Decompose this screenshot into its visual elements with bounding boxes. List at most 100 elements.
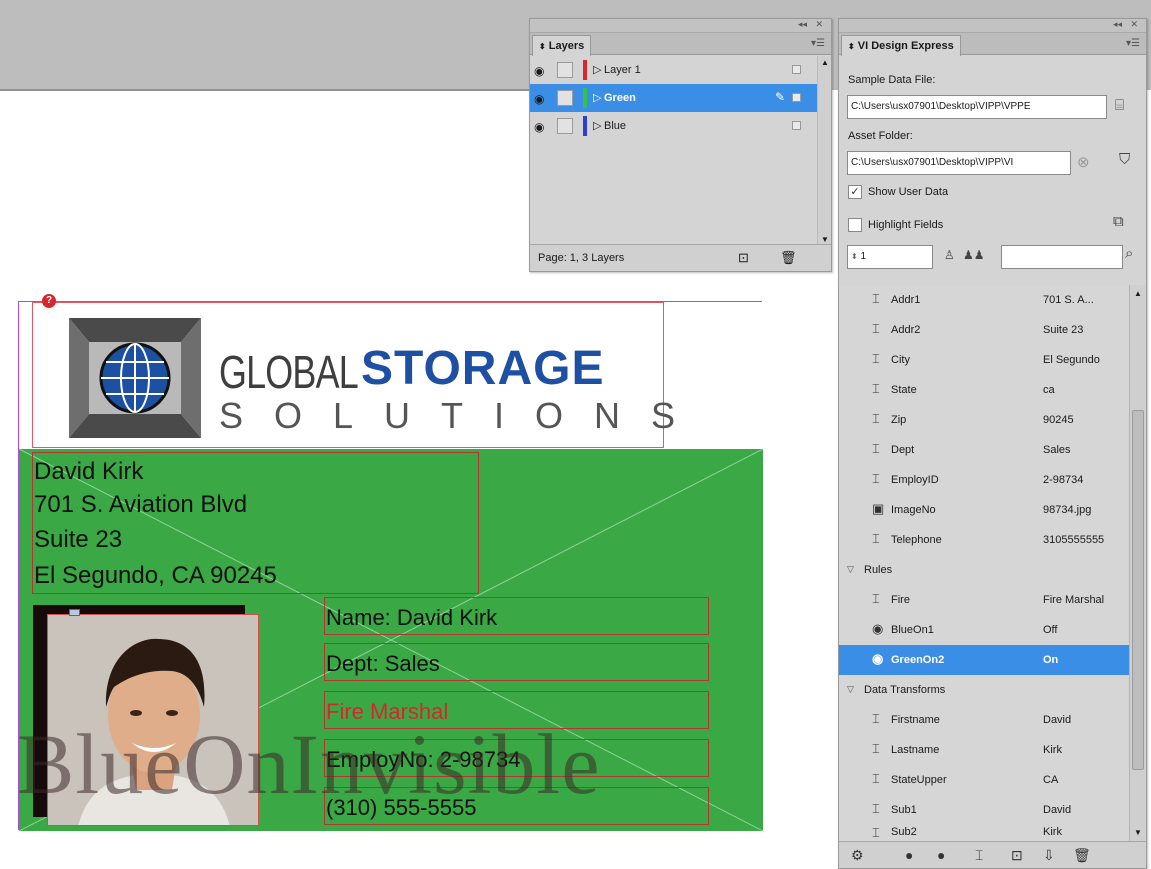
transform-row-sub2[interactable]: ⌶ Sub2 Kirk	[839, 823, 1129, 841]
transform-icon: ⌶	[872, 771, 880, 786]
transform-row-lastname[interactable]: ⌶ Lastname Kirk	[839, 735, 1129, 765]
field-row-zip[interactable]: ⌶ Zip 90245	[839, 405, 1129, 435]
clear-icon[interactable]: ⊗	[1077, 153, 1090, 171]
folder-browse-icon[interactable]: ⛉	[1119, 151, 1130, 168]
logo-frame[interactable]: GLOBAL STORAGE SOLUTIONS	[32, 302, 675, 448]
highlight-frames-icon[interactable]: ⧉	[1113, 213, 1124, 230]
field-row-telephone[interactable]: ⌶ Telephone 3105555555	[839, 525, 1129, 555]
name-text: Name: David Kirk	[326, 605, 498, 630]
search-icon[interactable]: ⌕	[1125, 245, 1133, 262]
tab-arrows-icon: ⬍	[848, 42, 855, 51]
field-list-scrollbar[interactable]: ▲ ▼	[1129, 285, 1146, 841]
panel-title-strip[interactable]: ◂◂ ✕	[839, 19, 1146, 33]
transform-name: Firstname	[891, 714, 940, 726]
find-all-icon[interactable]: ♟♟	[963, 248, 985, 262]
new-item-icon[interactable]: ⊡	[1011, 847, 1023, 864]
field-row-state[interactable]: ⌶ State ca	[839, 375, 1129, 405]
rule-name: Fire	[891, 594, 910, 606]
eye-icon[interactable]: ◉	[534, 64, 544, 78]
scroll-thumb[interactable]	[1132, 410, 1144, 770]
scroll-down-icon[interactable]: ▼	[821, 235, 829, 244]
expand-triangle-icon[interactable]: ▷	[593, 119, 601, 132]
scroll-up-icon[interactable]: ▲	[1134, 289, 1142, 298]
divider	[0, 89, 530, 91]
layer-name: Layer 1	[604, 64, 641, 76]
panel-title-strip[interactable]: ◂◂ ✕	[530, 19, 831, 33]
scroll-up-icon[interactable]: ▲	[821, 58, 829, 67]
expand-triangle-icon[interactable]: ▷	[593, 91, 601, 104]
collapse-icon[interactable]: ◂◂	[1113, 20, 1122, 30]
eye-icon[interactable]: ◉	[534, 92, 544, 106]
expand-triangle-icon[interactable]: ▷	[593, 63, 601, 76]
layer-row-blue[interactable]: ◉ ▷ Blue	[530, 112, 817, 140]
text-field-icon: ⌶	[872, 351, 880, 366]
lock-toggle[interactable]	[557, 118, 573, 134]
field-value: 3105555555	[1043, 534, 1105, 546]
selection-square-icon[interactable]	[792, 121, 801, 130]
open-folder-icon[interactable]: ⌸	[1115, 97, 1124, 114]
transform-icon: ⌶	[872, 741, 880, 756]
layer-color-swatch	[583, 88, 587, 108]
highlight-fields-label: Highlight Fields	[868, 219, 944, 231]
data-transforms-header[interactable]: ▽ Data Transforms	[839, 675, 1129, 705]
warning-icon[interactable]: ?	[42, 294, 56, 308]
text-field-icon: ⌶	[872, 321, 880, 336]
transform-icon: ⌶	[872, 825, 880, 840]
panel-menu-icon[interactable]: ▾☰	[1126, 38, 1140, 49]
rule-row-fire[interactable]: ⌶ Fire Fire Marshal	[839, 585, 1129, 615]
panel-tab-bar: ⬍ VI Design Express ▾☰	[839, 33, 1146, 56]
sample-data-label: Sample Data File:	[848, 74, 936, 86]
rules-header[interactable]: ▽ Rules	[839, 555, 1129, 585]
asset-folder-field[interactable]: C:\Users\usx07901\Desktop\VIPP\VI	[847, 151, 1071, 175]
field-row-addr1[interactable]: ⌶ Addr1 701 S. A...	[839, 285, 1129, 315]
show-user-data-checkbox[interactable]: ✓	[848, 185, 862, 199]
trash-icon[interactable]: 🗑	[1073, 847, 1091, 864]
field-row-imageno[interactable]: ▣ ImageNo 98734.jpg	[839, 495, 1129, 525]
visibility-rule-icon: ◉	[872, 621, 884, 636]
sample-data-field[interactable]: C:\Users\usx07901\Desktop\VIPP\VPPE	[847, 95, 1107, 119]
indesign-workspace: ◂◂ ✕ ⬍ Layers ▾☰ ◉ ▷ Layer 1 ◉ ▷ Green ✎…	[0, 0, 1151, 869]
collapse-icon[interactable]: ◂◂	[798, 20, 807, 30]
selection-square-icon[interactable]	[792, 65, 801, 74]
scroll-down-icon[interactable]: ▼	[1134, 828, 1142, 837]
add-transform-icon[interactable]: ●	[937, 847, 945, 863]
transform-row-sub1[interactable]: ⌶ Sub1 David	[839, 795, 1129, 825]
field-row-employid[interactable]: ⌶ EmployID 2-98734	[839, 465, 1129, 495]
collapse-triangle-icon[interactable]: ▽	[847, 684, 854, 695]
selection-square-icon[interactable]	[792, 93, 801, 102]
text-field-icon: ⌶	[872, 381, 880, 396]
text-tool-icon[interactable]: ⌶	[975, 847, 983, 864]
field-row-city[interactable]: ⌶ City El Segundo	[839, 345, 1129, 375]
layer-row-layer-1[interactable]: ◉ ▷ Layer 1	[530, 56, 817, 84]
rule-value: On	[1043, 654, 1059, 666]
stepper-arrows-icon[interactable]: ⬍	[851, 252, 858, 261]
layer-row-green[interactable]: ◉ ▷ Green ✎	[530, 84, 817, 112]
rule-row-blueon1[interactable]: ◉ BlueOn1 Off	[839, 615, 1129, 645]
close-icon[interactable]: ✕	[815, 20, 823, 30]
rule-row-greenon2[interactable]: ◉ GreenOn2 On	[839, 645, 1129, 675]
tab-layers[interactable]: ⬍ Layers	[532, 35, 592, 56]
field-row-dept[interactable]: ⌶ Dept Sales	[839, 435, 1129, 465]
collapse-triangle-icon[interactable]: ▽	[847, 564, 854, 575]
transform-row-firstname[interactable]: ⌶ Firstname David	[839, 705, 1129, 735]
search-input[interactable]	[1001, 245, 1123, 269]
lock-toggle[interactable]	[557, 62, 573, 78]
record-stepper[interactable]: ⬍ 1	[847, 245, 933, 269]
transform-icon: ⌶	[872, 801, 880, 816]
eye-icon[interactable]: ◉	[534, 120, 544, 134]
panel-menu-icon[interactable]: ▾☰	[811, 38, 825, 49]
transform-row-stateupper[interactable]: ⌶ StateUpper CA	[839, 765, 1129, 795]
lock-toggle[interactable]	[557, 90, 573, 106]
highlight-fields-checkbox[interactable]	[848, 218, 862, 232]
close-icon[interactable]: ✕	[1130, 20, 1138, 30]
settings-icon[interactable]: ⚙	[851, 847, 864, 864]
field-row-addr2[interactable]: ⌶ Addr2 Suite 23	[839, 315, 1129, 345]
layers-scrollbar[interactable]: ▲ ▼	[817, 56, 831, 246]
find-person-icon[interactable]: ♙	[944, 248, 955, 262]
trash-icon[interactable]: 🗑	[780, 250, 797, 266]
export-icon[interactable]: ⇩	[1043, 847, 1055, 864]
add-rule-icon[interactable]: ●	[905, 847, 913, 863]
new-layer-icon[interactable]: ⊡	[738, 250, 749, 266]
tab-vi-design-express[interactable]: ⬍ VI Design Express	[841, 35, 961, 56]
field-name: Dept	[891, 444, 915, 456]
